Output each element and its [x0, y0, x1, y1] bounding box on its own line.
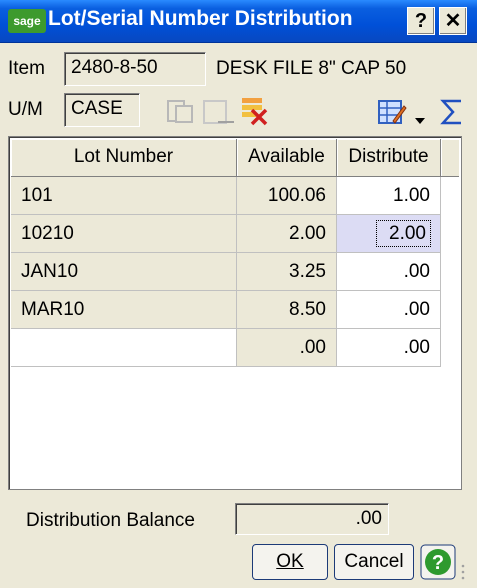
item-field[interactable]: 2480-8-50: [64, 52, 206, 86]
distribution-balance-value: .00: [235, 503, 389, 535]
um-field[interactable]: CASE: [64, 93, 140, 127]
table-row-distribute-selected[interactable]: 2.00: [337, 215, 441, 253]
svg-text:?: ?: [432, 552, 444, 574]
lot-distribution-grid[interactable]: Lot Number Available Distribute 101 100.…: [8, 136, 462, 490]
help-button[interactable]: ?: [407, 7, 435, 35]
cancel-button-label: Cancel: [344, 551, 404, 572]
table-row-lot[interactable]: 10210: [11, 215, 237, 253]
item-description: DESK FILE 8" CAP 50: [216, 58, 407, 79]
table-row-distribute[interactable]: 1.00: [337, 177, 441, 215]
table-row-available: 8.50: [237, 291, 337, 329]
help-icon[interactable]: ?: [420, 544, 456, 586]
header-distribute[interactable]: Distribute: [337, 139, 441, 177]
table-row-available: 3.25: [237, 253, 337, 291]
window-title: Lot/Serial Number Distribution: [48, 7, 353, 30]
close-button[interactable]: ✕: [439, 7, 467, 35]
table-row-distribute[interactable]: .00: [337, 329, 441, 367]
cancel-button[interactable]: Cancel: [334, 544, 414, 580]
sage-logo: sage: [8, 9, 46, 33]
dropdown-arrow-icon[interactable]: [415, 110, 425, 132]
paste-icon[interactable]: [202, 98, 236, 132]
sum-icon[interactable]: [439, 98, 465, 132]
header-filler: [441, 139, 459, 177]
item-label: Item: [8, 58, 45, 79]
customize-icon[interactable]: [377, 97, 407, 133]
table-row-distribute[interactable]: .00: [337, 253, 441, 291]
table-row-available: 100.06: [237, 177, 337, 215]
ok-button[interactable]: OK: [252, 544, 328, 580]
delete-icon[interactable]: [240, 96, 270, 132]
distribution-balance-label: Distribution Balance: [26, 510, 195, 531]
table-row-lot[interactable]: JAN10: [11, 253, 237, 291]
um-label: U/M: [8, 99, 43, 120]
resize-grip-icon[interactable]: [460, 562, 472, 588]
title-bar: sage Lot/Serial Number Distribution ? ✕: [0, 0, 477, 43]
selected-cell-value[interactable]: 2.00: [376, 220, 431, 247]
table-row-lot[interactable]: [11, 329, 237, 367]
copy-icon[interactable]: [166, 98, 196, 130]
table-row-lot[interactable]: 101: [11, 177, 237, 215]
header-lot-number[interactable]: Lot Number: [11, 139, 237, 177]
table-row-available: 2.00: [237, 215, 337, 253]
header-available[interactable]: Available: [237, 139, 337, 177]
table-row-lot[interactable]: MAR10: [11, 291, 237, 329]
table-row-distribute[interactable]: .00: [337, 291, 441, 329]
table-row-available: .00: [237, 329, 337, 367]
ok-button-label: OK: [276, 551, 304, 572]
